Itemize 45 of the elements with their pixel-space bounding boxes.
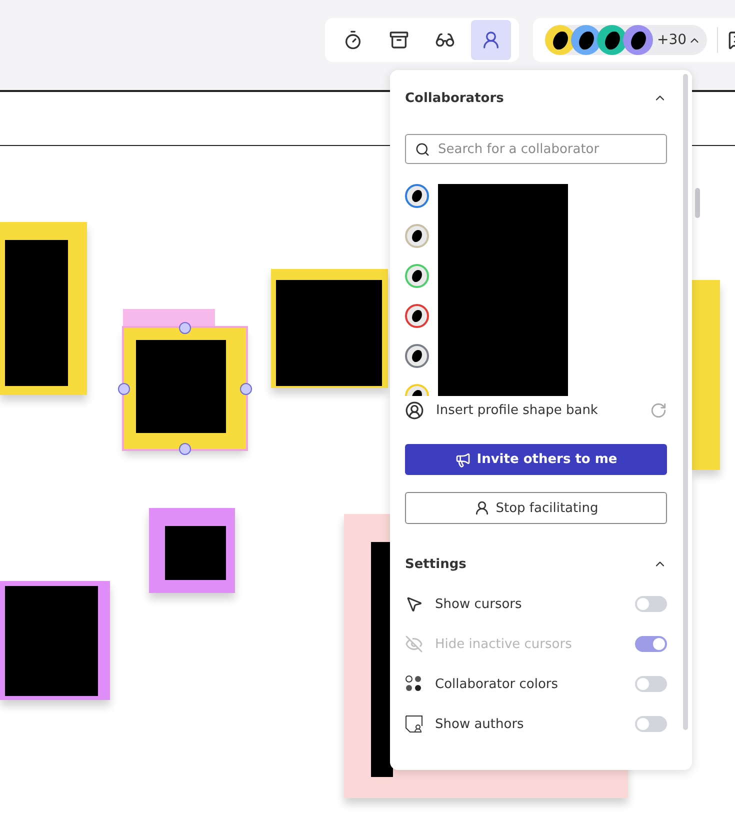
more-avatars-button[interactable]: +30 — [653, 32, 701, 48]
profile-icon — [405, 400, 424, 420]
cursor-icon — [405, 595, 423, 613]
avatar-icon — [410, 349, 424, 363]
collaborator-avatar[interactable] — [405, 304, 429, 328]
avatar-icon — [410, 309, 424, 323]
toggle-switch[interactable] — [635, 676, 667, 692]
collaborator-avatar[interactable] — [405, 344, 429, 368]
note-author-icon — [405, 715, 423, 733]
avatar-icon — [410, 229, 424, 243]
sticky-note[interactable] — [124, 328, 246, 449]
megaphone-icon — [454, 452, 471, 468]
setting-label: Show cursors — [435, 596, 523, 612]
sticky-note[interactable] — [271, 269, 388, 388]
toggle-switch[interactable] — [635, 596, 667, 612]
scrollbar-thumb[interactable] — [695, 188, 700, 218]
setting-label: Hide inactive cursors — [435, 636, 573, 652]
section-title: Settings — [405, 556, 466, 572]
avatar-icon — [410, 269, 424, 283]
dots-icon — [405, 675, 423, 693]
ballot-box-icon — [389, 30, 409, 50]
search-field[interactable]: Search for a collaborator — [405, 134, 667, 164]
sticky-note[interactable] — [0, 581, 110, 700]
hidden-eye-icon — [405, 635, 423, 653]
panel-title: Collaborators — [405, 90, 504, 106]
stop-facilitating-button[interactable]: Stop facilitating — [405, 492, 667, 524]
search-icon — [415, 142, 430, 157]
person-icon — [481, 30, 501, 50]
collaborator-avatar[interactable] — [405, 184, 429, 208]
avatar-group[interactable]: +30 — [545, 25, 707, 55]
sticky-note[interactable] — [0, 222, 87, 395]
redaction-block — [165, 526, 226, 580]
toggle-switch[interactable] — [635, 716, 667, 732]
collaborator-avatar[interactable] — [405, 224, 429, 248]
setting-label: Collaborator colors — [435, 676, 560, 692]
resize-handle[interactable] — [118, 382, 130, 394]
avatar-icon — [410, 189, 424, 203]
invite-button[interactable]: Invite others to me — [405, 444, 667, 475]
setting-label: Show authors — [435, 716, 525, 732]
person-icon — [474, 500, 490, 516]
resize-handle[interactable] — [179, 443, 191, 455]
stopwatch-icon — [343, 30, 363, 50]
insert-label[interactable]: Insert profile shape bank — [436, 402, 638, 418]
sticky-note[interactable] — [149, 508, 235, 593]
collaborator-avatar[interactable] — [405, 264, 429, 288]
